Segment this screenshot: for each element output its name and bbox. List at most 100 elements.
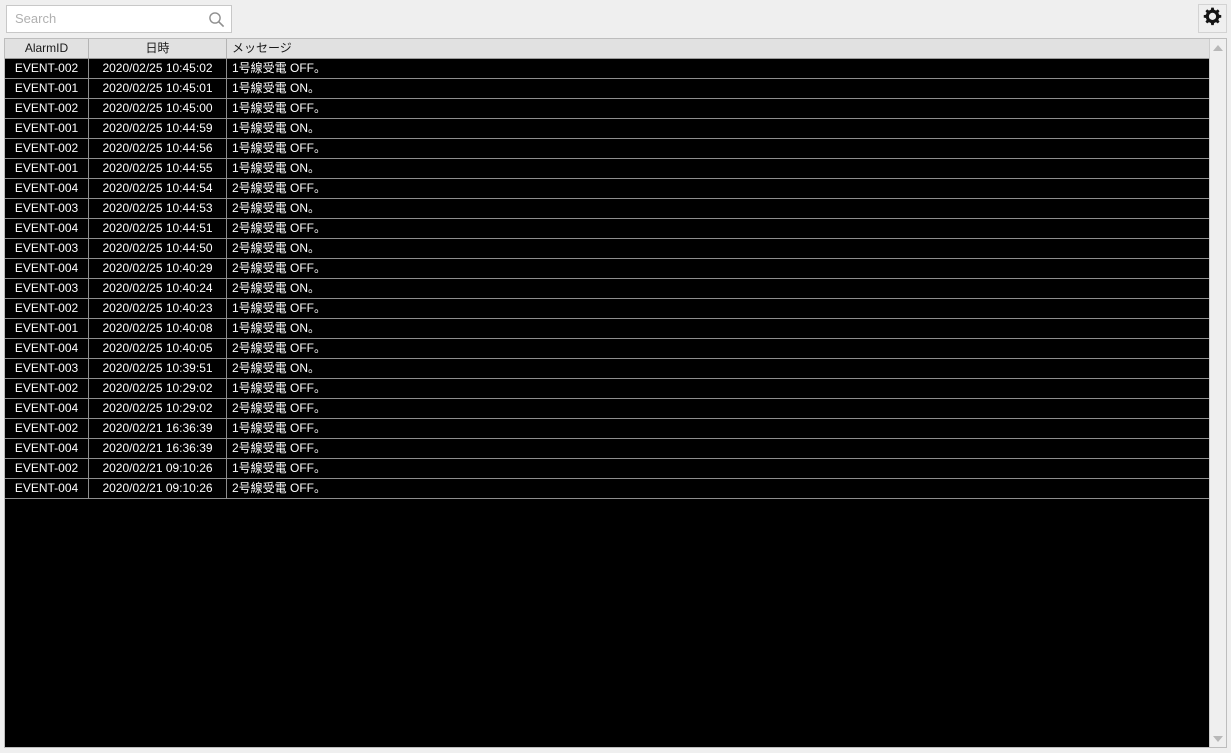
cell-alarm-id: EVENT-002 xyxy=(5,59,89,78)
table-row[interactable]: EVENT-003 2020/02/25 10:39:51 2号線受電 ON。 xyxy=(5,359,1209,379)
cell-alarm-id: EVENT-001 xyxy=(5,79,89,98)
table-row[interactable]: EVENT-002 2020/02/21 09:10:26 1号線受電 OFF。 xyxy=(5,459,1209,479)
table-row[interactable]: EVENT-002 2020/02/25 10:29:02 1号線受電 OFF。 xyxy=(5,379,1209,399)
search-input[interactable] xyxy=(7,7,205,31)
settings-button[interactable] xyxy=(1198,4,1227,33)
grid-rows[interactable]: EVENT-002 2020/02/25 10:45:02 1号線受電 OFF。 EV… xyxy=(5,59,1209,747)
table-row[interactable]: EVENT-003 2020/02/25 10:40:24 2号線受電 ON。 xyxy=(5,279,1209,299)
column-header-alarm-id[interactable]: AlarmID xyxy=(5,39,89,58)
cell-datetime: 2020/02/21 09:10:26 xyxy=(89,459,227,478)
table-row[interactable]: EVENT-004 2020/02/21 09:10:26 2号線受電 OFF。 xyxy=(5,479,1209,499)
cell-datetime: 2020/02/25 10:44:55 xyxy=(89,159,227,178)
cell-datetime: 2020/02/25 10:40:08 xyxy=(89,319,227,338)
cell-message: 2号線受電 ON。 xyxy=(232,201,321,215)
cell-message: 2号線受電 OFF。 xyxy=(232,261,327,275)
cell-alarm-id: EVENT-002 xyxy=(5,379,89,398)
cell-alarm-id: EVENT-002 xyxy=(5,139,89,158)
column-header-datetime[interactable]: 日時 xyxy=(89,39,227,58)
cell-message: 2号線受電 OFF。 xyxy=(232,481,327,495)
table-row[interactable]: EVENT-004 2020/02/25 10:29:02 2号線受電 OFF。 xyxy=(5,399,1209,419)
cell-message: 2号線受電 OFF。 xyxy=(232,181,327,195)
cell-datetime: 2020/02/25 10:29:02 xyxy=(89,379,227,398)
grid-header-row: AlarmID 日時 メッセージ xyxy=(5,39,1209,59)
table-row[interactable]: EVENT-001 2020/02/25 10:44:59 1号線受電 ON。 xyxy=(5,119,1209,139)
cell-datetime: 2020/02/25 10:44:56 xyxy=(89,139,227,158)
table-row[interactable]: EVENT-002 2020/02/25 10:44:56 1号線受電 OFF。 xyxy=(5,139,1209,159)
cell-datetime: 2020/02/21 16:36:39 xyxy=(89,419,227,438)
cell-message: 2号線受電 ON。 xyxy=(232,361,321,375)
chevron-up-icon xyxy=(1213,44,1223,51)
cell-datetime: 2020/02/25 10:44:54 xyxy=(89,179,227,198)
table-row[interactable]: EVENT-002 2020/02/21 16:36:39 1号線受電 OFF。 xyxy=(5,419,1209,439)
table-row[interactable]: EVENT-002 2020/02/25 10:45:02 1号線受電 OFF。 xyxy=(5,59,1209,79)
cell-alarm-id: EVENT-002 xyxy=(5,419,89,438)
cell-message: 2号線受電 OFF。 xyxy=(232,401,327,415)
cell-message: 1号線受電 ON。 xyxy=(232,321,321,335)
cell-alarm-id: EVENT-001 xyxy=(5,319,89,338)
search-icon[interactable] xyxy=(205,7,227,31)
cell-message: 1号線受電 OFF。 xyxy=(232,61,327,75)
cell-alarm-id: EVENT-004 xyxy=(5,259,89,278)
gear-icon xyxy=(1203,7,1222,31)
cell-datetime: 2020/02/25 10:44:53 xyxy=(89,199,227,218)
cell-datetime: 2020/02/21 16:36:39 xyxy=(89,439,227,458)
cell-message: 1号線受電 ON。 xyxy=(232,161,321,175)
cell-message: 2号線受電 ON。 xyxy=(232,281,321,295)
table-row[interactable]: EVENT-003 2020/02/25 10:44:53 2号線受電 ON。 xyxy=(5,199,1209,219)
cell-alarm-id: EVENT-004 xyxy=(5,479,89,498)
table-row[interactable]: EVENT-004 2020/02/25 10:44:54 2号線受電 OFF。 xyxy=(5,179,1209,199)
table-row[interactable]: EVENT-002 2020/02/25 10:45:00 1号線受電 OFF。 xyxy=(5,99,1209,119)
cell-datetime: 2020/02/25 10:40:29 xyxy=(89,259,227,278)
cell-message: 1号線受電 OFF。 xyxy=(232,421,327,435)
chevron-down-icon xyxy=(1213,735,1223,742)
cell-alarm-id: EVENT-001 xyxy=(5,119,89,138)
scrollbar-track[interactable] xyxy=(1209,56,1226,730)
cell-datetime: 2020/02/25 10:40:05 xyxy=(89,339,227,358)
cell-datetime: 2020/02/25 10:45:02 xyxy=(89,59,227,78)
grid-main: AlarmID 日時 メッセージ EVENT-002 2020/02/25 10:… xyxy=(5,39,1209,747)
cell-message: 1号線受電 OFF。 xyxy=(232,461,327,475)
cell-datetime: 2020/02/25 10:39:51 xyxy=(89,359,227,378)
table-row[interactable]: EVENT-001 2020/02/25 10:45:01 1号線受電 ON。 xyxy=(5,79,1209,99)
cell-alarm-id: EVENT-003 xyxy=(5,279,89,298)
cell-alarm-id: EVENT-001 xyxy=(5,159,89,178)
column-header-message[interactable]: メッセージ xyxy=(227,39,1209,58)
cell-datetime: 2020/02/21 09:10:26 xyxy=(89,479,227,498)
alarm-grid: AlarmID 日時 メッセージ EVENT-002 2020/02/25 10:… xyxy=(4,38,1227,748)
table-row[interactable]: EVENT-002 2020/02/25 10:40:23 1号線受電 OFF。 xyxy=(5,299,1209,319)
search-box[interactable] xyxy=(6,5,232,33)
table-row[interactable]: EVENT-004 2020/02/25 10:40:29 2号線受電 OFF。 xyxy=(5,259,1209,279)
cell-alarm-id: EVENT-003 xyxy=(5,239,89,258)
cell-alarm-id: EVENT-002 xyxy=(5,459,89,478)
cell-alarm-id: EVENT-004 xyxy=(5,339,89,358)
table-row[interactable]: EVENT-001 2020/02/25 10:40:08 1号線受電 ON。 xyxy=(5,319,1209,339)
cell-alarm-id: EVENT-003 xyxy=(5,199,89,218)
scroll-down-button[interactable] xyxy=(1210,730,1227,747)
cell-message: 1号線受電 OFF。 xyxy=(232,141,327,155)
cell-message: 2号線受電 OFF。 xyxy=(232,341,327,355)
scroll-up-button[interactable] xyxy=(1210,39,1227,56)
cell-datetime: 2020/02/25 10:40:24 xyxy=(89,279,227,298)
table-row[interactable]: EVENT-004 2020/02/25 10:44:51 2号線受電 OFF。 xyxy=(5,219,1209,239)
cell-alarm-id: EVENT-004 xyxy=(5,399,89,418)
grid-empty-area[interactable] xyxy=(5,499,1209,747)
cell-message: 1号線受電 ON。 xyxy=(232,121,321,135)
cell-datetime: 2020/02/25 10:44:51 xyxy=(89,219,227,238)
cell-alarm-id: EVENT-002 xyxy=(5,299,89,318)
cell-message: 1号線受電 OFF。 xyxy=(232,381,327,395)
table-row[interactable]: EVENT-001 2020/02/25 10:44:55 1号線受電 ON。 xyxy=(5,159,1209,179)
cell-datetime: 2020/02/25 10:45:01 xyxy=(89,79,227,98)
cell-message: 2号線受電 OFF。 xyxy=(232,441,327,455)
cell-message: 1号線受電 ON。 xyxy=(232,81,321,95)
alarm-log-window: AlarmID 日時 メッセージ EVENT-0022020/02/25 10:… xyxy=(0,0,1231,753)
toolbar xyxy=(0,0,1231,38)
cell-message: 2号線受電 ON。 xyxy=(232,241,321,255)
cell-datetime: 2020/02/25 10:44:50 xyxy=(89,239,227,258)
vertical-scrollbar[interactable] xyxy=(1209,39,1226,747)
cell-alarm-id: EVENT-004 xyxy=(5,219,89,238)
table-row[interactable]: EVENT-004 2020/02/21 16:36:39 2号線受電 OFF。 xyxy=(5,439,1209,459)
cell-message: 2号線受電 OFF。 xyxy=(232,221,327,235)
cell-datetime: 2020/02/25 10:40:23 xyxy=(89,299,227,318)
table-row[interactable]: EVENT-004 2020/02/25 10:40:05 2号線受電 OFF。 xyxy=(5,339,1209,359)
table-row[interactable]: EVENT-003 2020/02/25 10:44:50 2号線受電 ON。 xyxy=(5,239,1209,259)
